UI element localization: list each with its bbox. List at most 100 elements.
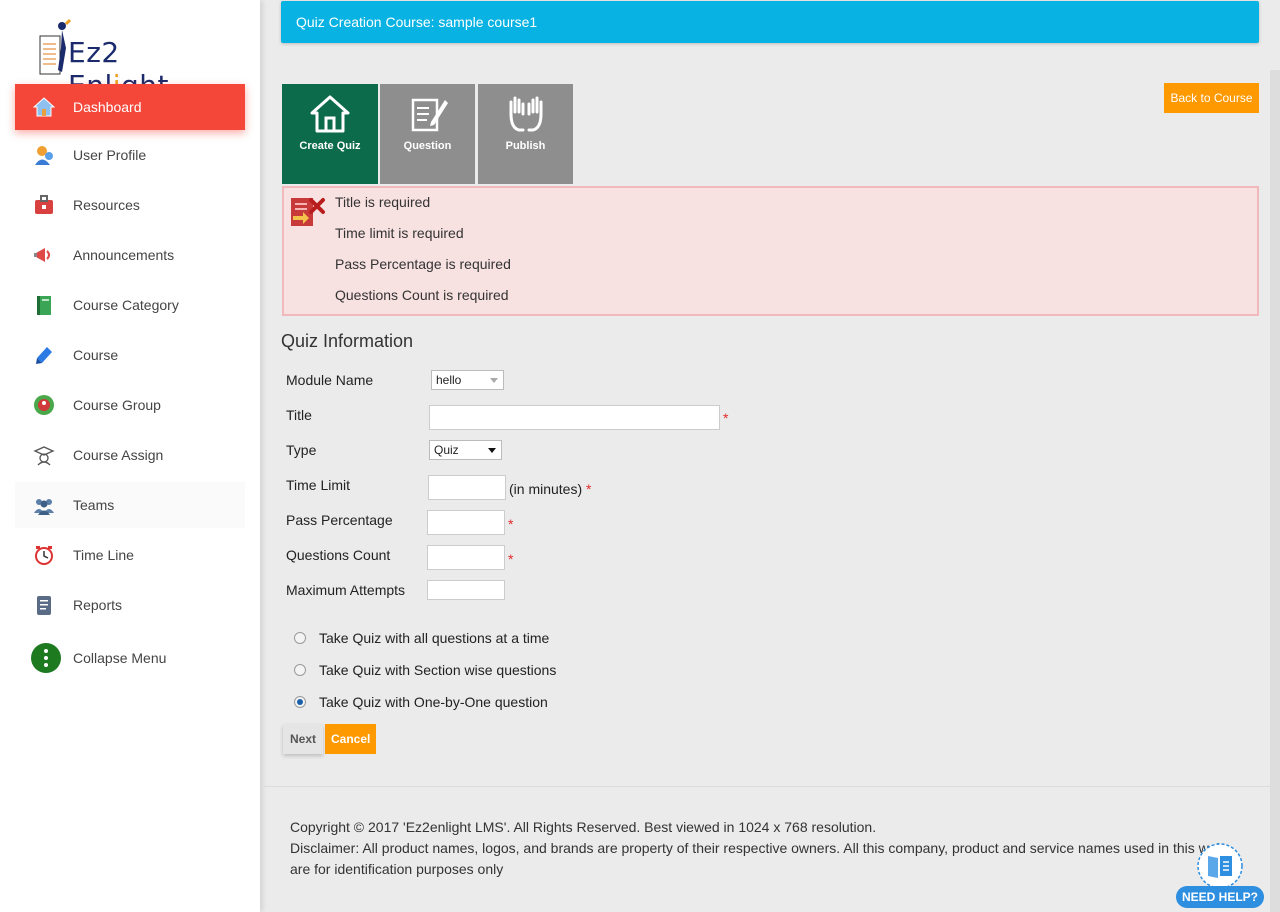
home-icon	[31, 94, 57, 120]
step-create-quiz[interactable]: Create Quiz	[282, 84, 378, 184]
time-limit-unit: (in minutes)	[509, 481, 583, 497]
sidebar-item-user-profile[interactable]: User Profile	[15, 132, 245, 178]
required-marker: *	[508, 516, 514, 532]
sidebar-item-course-group[interactable]: Course Group	[15, 382, 245, 428]
logo[interactable]: Ez2 Enlight	[36, 18, 226, 102]
quiz-mode-label: Take Quiz with all questions at a time	[319, 630, 550, 646]
group-badge-icon	[31, 392, 57, 418]
sidebar-item-dashboard[interactable]: Dashboard	[15, 84, 245, 130]
title-input[interactable]	[429, 405, 720, 430]
radio-button[interactable]	[294, 696, 306, 708]
error-message: Questions Count is required	[335, 287, 509, 303]
questions-count-input[interactable]	[427, 545, 505, 570]
error-document-icon	[291, 198, 325, 226]
sidebar-item-label: Resources	[73, 197, 140, 213]
scrollbar[interactable]	[1270, 70, 1280, 912]
need-help-label: NEED HELP?	[1176, 886, 1264, 908]
briefcase-icon	[31, 192, 57, 218]
report-icon	[31, 592, 57, 618]
book-icon	[31, 292, 57, 318]
footer-copyright: Copyright © 2017 'Ez2enlight LMS'. All R…	[290, 819, 877, 835]
step-publish[interactable]: Publish	[478, 84, 573, 184]
help-book-icon	[1197, 843, 1243, 889]
sidebar-item-label: User Profile	[73, 147, 147, 163]
need-help-widget[interactable]: NEED HELP?	[1176, 842, 1266, 908]
page-header: Quiz Creation Course: sample course1	[281, 1, 1259, 43]
page-title: Quiz Creation Course: sample course1	[296, 14, 538, 30]
megaphone-icon	[31, 242, 57, 268]
section-title: Quiz Information	[281, 331, 414, 351]
sidebar-item-label: Course	[73, 347, 119, 363]
type-select[interactable]: Quiz	[429, 440, 502, 460]
sidebar-item-label: Reports	[73, 597, 123, 613]
sidebar-item-course-assign[interactable]: Course Assign	[15, 432, 245, 478]
cancel-button[interactable]: Cancel	[325, 724, 376, 754]
step-question[interactable]: Question	[380, 84, 475, 184]
sidebar-item-label: Course Category	[73, 297, 179, 313]
step-label: Create Quiz	[299, 140, 361, 152]
sidebar-item-teams[interactable]: Teams	[15, 482, 245, 528]
sidebar-item-announcements[interactable]: Announcements	[15, 232, 245, 278]
error-message: Pass Percentage is required	[335, 256, 511, 272]
type-value: Quiz	[434, 443, 459, 457]
footer-divider	[260, 786, 1280, 787]
sidebar-item-label: Dashboard	[73, 99, 142, 115]
step-label: Publish	[505, 140, 546, 152]
collapse-menu-button[interactable]: Collapse Menu	[15, 635, 245, 681]
user-icon	[31, 142, 57, 168]
sidebar-item-label: Course Assign	[73, 447, 164, 463]
time-limit-label: Time Limit	[286, 477, 351, 493]
sidebar-item-course[interactable]: Course	[15, 332, 245, 378]
radio-button[interactable]	[294, 632, 306, 644]
pencil-book-icon	[31, 342, 57, 368]
error-message: Title is required	[335, 194, 431, 210]
sidebar-item-label: Time Line	[73, 547, 134, 563]
sidebar-item-reports[interactable]: Reports	[15, 582, 245, 628]
quiz-mode-option[interactable]: Take Quiz with One-by-One question	[294, 694, 548, 710]
required-marker: *	[723, 410, 729, 426]
home-icon	[310, 95, 350, 133]
module-name-select[interactable]: hello	[431, 370, 504, 390]
time-limit-input[interactable]	[428, 475, 506, 500]
sidebar-item-course-category[interactable]: Course Category	[15, 282, 245, 328]
quiz-mode-option[interactable]: Take Quiz with Section wise questions	[294, 662, 556, 678]
title-label: Title	[286, 407, 312, 423]
quiz-mode-option[interactable]: Take Quiz with all questions at a time	[294, 630, 549, 646]
chevron-down-icon	[488, 448, 496, 453]
clock-icon	[31, 542, 57, 568]
step-label: Question	[403, 140, 452, 152]
footer-disclaimer-continued: are for identification purposes only	[290, 861, 504, 877]
required-marker: *	[508, 551, 514, 567]
questions-count-label: Questions Count	[286, 547, 391, 563]
sidebar-item-label: Collapse Menu	[73, 650, 167, 666]
sidebar-item-label: Course Group	[73, 397, 161, 413]
edit-document-icon	[411, 98, 448, 132]
maximum-attempts-label: Maximum Attempts	[286, 582, 406, 598]
sidebar-item-resources[interactable]: Resources	[15, 182, 245, 228]
pass-percentage-label: Pass Percentage	[286, 512, 393, 528]
back-to-course-button[interactable]: Back to Course	[1164, 83, 1259, 113]
error-message: Time limit is required	[335, 225, 464, 241]
radio-button[interactable]	[294, 664, 306, 676]
sidebar-item-time-line[interactable]: Time Line	[15, 532, 245, 578]
graduate-icon	[31, 442, 57, 468]
module-name-value: hello	[436, 373, 462, 387]
logo-icon	[39, 18, 72, 75]
pass-percentage-input[interactable]	[427, 510, 505, 535]
more-vertical-icon	[31, 643, 61, 673]
next-button[interactable]: Next	[283, 724, 323, 754]
sidebar: Ez2 Enlight Dashboard User Profile Resou…	[0, 0, 260, 912]
chevron-down-icon	[490, 378, 498, 383]
sidebar-item-label: Teams	[73, 497, 115, 513]
raised-hands-icon	[509, 96, 542, 132]
quiz-mode-label: Take Quiz with One-by-One question	[319, 694, 548, 710]
team-icon	[31, 492, 57, 518]
type-label: Type	[286, 442, 317, 458]
sidebar-item-label: Announcements	[73, 247, 175, 263]
error-alert: Title is required Time limit is required…	[282, 186, 1259, 316]
required-marker: *	[586, 481, 592, 497]
footer-disclaimer: Disclaimer: All product names, logos, an…	[290, 840, 1225, 856]
maximum-attempts-input[interactable]	[427, 580, 505, 600]
quiz-mode-label: Take Quiz with Section wise questions	[319, 662, 557, 678]
module-name-label: Module Name	[286, 372, 374, 388]
